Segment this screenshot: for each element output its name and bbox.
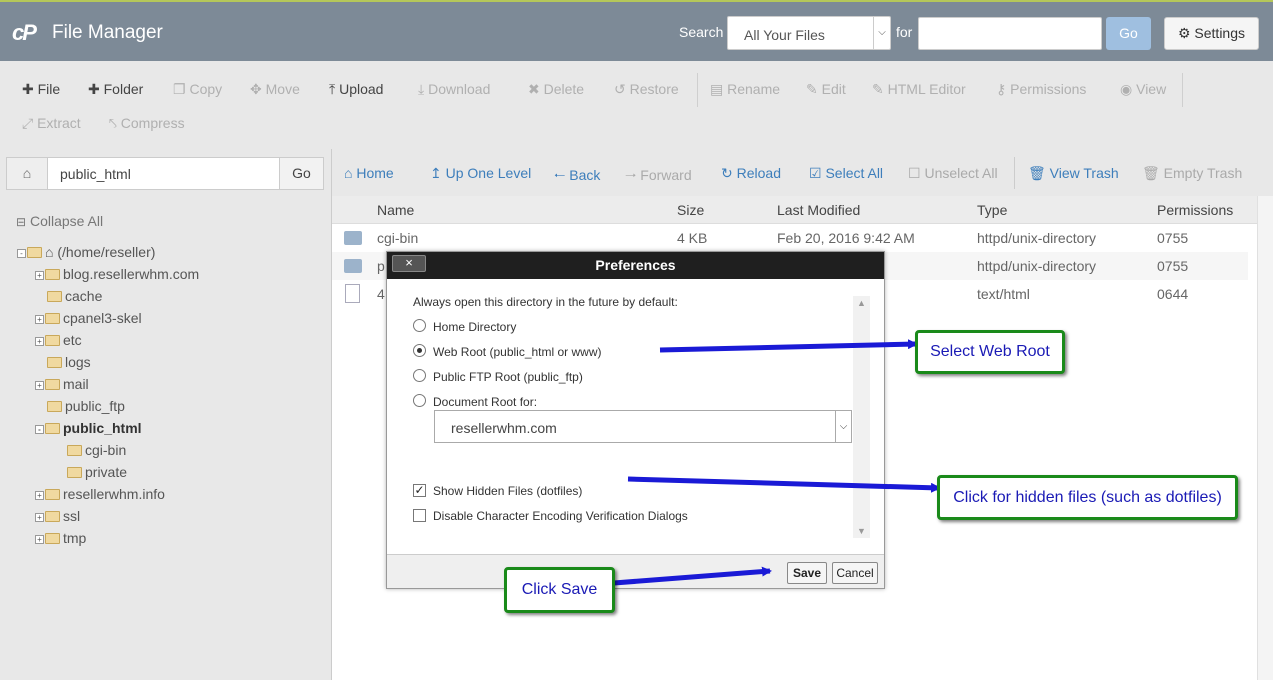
arrow-to-save xyxy=(613,566,772,586)
callout-click-save: Click Save xyxy=(504,567,615,613)
arrow-to-hidden-files xyxy=(627,476,941,493)
arrow-to-web-root xyxy=(659,339,918,353)
callout-select-web-root: Select Web Root xyxy=(915,330,1065,374)
annotation-arrows xyxy=(613,339,941,586)
callout-hidden-files: Click for hidden files (such as dotfiles… xyxy=(937,475,1238,520)
